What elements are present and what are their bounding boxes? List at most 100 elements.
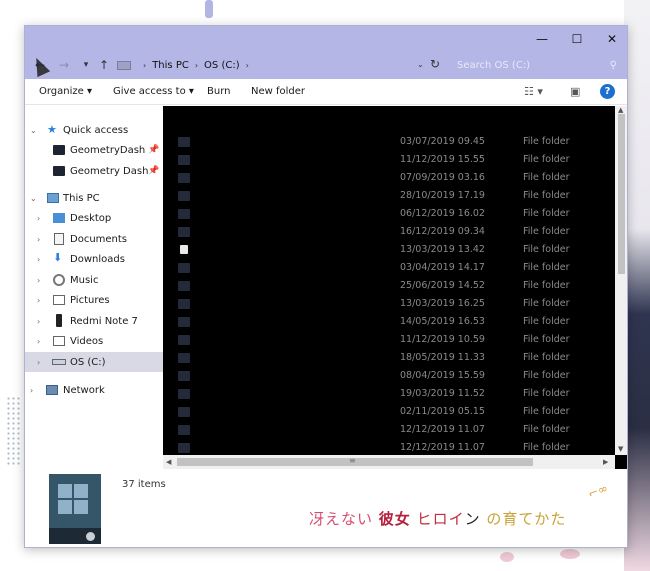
help-icon[interactable]: ? [600,84,615,99]
nav-item-redmi-note-7[interactable]: › Redmi Note 7 [25,311,163,331]
chevron-right-icon[interactable]: › [37,235,40,244]
nav-label: Quick access [63,124,129,136]
folder-icon [178,353,190,363]
folder-icon [178,227,190,237]
file-list[interactable]: 03/07/2019 09.45 File folder 11/12/2019 15… [163,106,615,455]
chevron-down-icon[interactable]: ⌄ [30,194,37,203]
chevron-right-icon[interactable]: › [30,386,33,395]
chevron-right-icon[interactable]: › [37,214,40,223]
recent-locations-button[interactable]: ▾ [77,56,95,74]
file-row[interactable]: 08/04/2019 15.59 File folder [163,367,615,385]
up-button[interactable]: ↑ [95,56,113,74]
nav-item-downloads[interactable]: › ⬇ Downloads [25,249,163,269]
organize-menu[interactable]: Organize ▾ [39,86,92,97]
scroll-left-icon[interactable]: ◀ [166,458,171,466]
folder-icon [53,145,65,155]
file-row[interactable]: 03/07/2019 09.45 File folder [163,133,615,151]
scroll-right-icon[interactable]: ▶ [603,458,608,466]
chevron-right-icon[interactable]: › [37,296,40,305]
file-row[interactable]: 07/09/2019 03.16 File folder [163,169,615,187]
nav-label: This PC [63,192,100,204]
minimize-button[interactable]: — [525,26,559,51]
view-options-icon[interactable]: ☷ ▾ [524,85,543,98]
horizontal-scroll-thumb[interactable]: ≡ [177,456,533,466]
address-history-dropdown[interactable]: ⌄ [417,60,424,69]
file-row[interactable]: 16/12/2019 09.34 File folder [163,223,615,241]
file-row[interactable]: 28/10/2019 17.19 File folder [163,187,615,205]
breadcrumb-os-c[interactable]: OS (C:) [204,60,240,71]
nav-item-documents[interactable]: › Documents [25,229,163,249]
nav-item-os-c[interactable]: › OS (C:) [25,352,163,372]
desktop-petal-decoration [500,552,514,562]
file-date-modified: 08/04/2019 15.59 [400,370,485,381]
nav-label: Redmi Note 7 [70,315,138,327]
file-row[interactable]: 06/12/2019 16.02 File folder [163,205,615,223]
nav-item-music[interactable]: › Music [25,270,163,290]
close-button[interactable]: ✕ [595,26,627,51]
vertical-scrollbar[interactable]: ▲ ▼ [615,106,627,455]
nav-item-network[interactable]: › Network [25,380,163,400]
chevron-right-icon[interactable]: › [37,337,40,346]
file-row[interactable]: 25/06/2019 14.52 File folder [163,277,615,295]
scroll-down-icon[interactable]: ▼ [618,445,623,453]
nav-item-videos[interactable]: › Videos [25,331,163,351]
folder-icon [178,209,190,219]
nav-item-pictures[interactable]: › Pictures [25,290,163,310]
nav-item-geometrydash[interactable]: GeometryDash 📌 [25,140,163,160]
nav-item-this-pc[interactable]: ⌄ This PC [25,188,163,208]
file-row[interactable]: 14/05/2019 16.53 File folder [163,313,615,331]
address-field[interactable]: › This PC › OS (C:) › [117,55,430,75]
file-type: File folder [523,316,570,327]
file-row[interactable]: 13/03/2019 16.25 File folder [163,295,615,313]
file-type: File folder [523,280,570,291]
file-row[interactable]: 03/04/2019 14.17 File folder [163,259,615,277]
folder-icon [178,191,190,201]
chevron-right-icon[interactable]: › [37,317,40,326]
nav-item-quick-access[interactable]: ⌄ ★ Quick access [25,120,163,140]
music-icon [53,274,65,286]
file-date-modified: 03/07/2019 09.45 [400,136,485,147]
file-row[interactable]: 11/12/2019 10.59 File folder [163,331,615,349]
file-row[interactable]: 18/05/2019 11.33 File folder [163,349,615,367]
search-input[interactable]: Search OS (C:) ⚲ [449,55,623,75]
file-date-modified: 03/04/2019 14.17 [400,262,485,273]
videos-icon [53,336,65,346]
nav-label: Network [63,384,105,396]
file-row[interactable]: 12/12/2019 11.07 File folder [163,439,615,455]
file-type: File folder [523,190,570,201]
nav-item-geometry-dash[interactable]: Geometry Dash 📌 [25,161,163,181]
folder-icon [53,166,65,176]
vertical-scroll-thumb[interactable] [618,114,625,274]
chevron-right-icon[interactable]: › [37,358,40,367]
refresh-icon[interactable]: ↻ [430,57,440,71]
chevron-down-icon[interactable]: ⌄ [30,126,37,135]
burn-button[interactable]: Burn [207,86,230,97]
file-row[interactable]: 02/11/2019 05.15 File folder [163,403,615,421]
folder-icon [178,155,190,165]
forward-button[interactable]: → [55,56,73,74]
chevron-right-icon[interactable]: › [37,255,40,264]
preview-pane-icon[interactable]: ▣ [570,85,580,98]
file-row[interactable]: 11/12/2019 15.55 File folder [163,151,615,169]
nav-item-desktop[interactable]: › Desktop [25,208,163,228]
file-row[interactable]: 13/03/2019 13.42 File folder [163,241,615,259]
file-date-modified: 07/09/2019 03.16 [400,172,485,183]
file-type: File folder [523,424,570,435]
horizontal-scrollbar[interactable]: ◀ ≡ ▶ [163,455,615,469]
file-row[interactable]: 19/03/2019 11.52 File folder [163,385,615,403]
scroll-up-icon[interactable]: ▲ [618,106,623,114]
wallpaper-title-text: 冴えない 彼女 ヒロイン の育てかた [309,508,566,529]
new-folder-button[interactable]: New folder [251,86,305,97]
file-date-modified: 25/06/2019 14.52 [400,280,485,291]
maximize-button[interactable]: ☐ [560,26,594,51]
items-count: 37 items [122,479,166,490]
breadcrumb-this-pc[interactable]: This PC [152,60,189,71]
give-access-menu[interactable]: Give access to ▾ [113,86,194,97]
maximize-icon: ☐ [571,31,583,46]
file-row[interactable]: 12/12/2019 11.07 File folder [163,421,615,439]
file-date-modified: 28/10/2019 17.19 [400,190,485,201]
file-date-modified: 02/11/2019 05.15 [400,406,485,417]
chevron-right-icon[interactable]: › [37,276,40,285]
file-date-modified: 19/03/2019 11.52 [400,388,485,399]
file-type: File folder [523,244,570,255]
